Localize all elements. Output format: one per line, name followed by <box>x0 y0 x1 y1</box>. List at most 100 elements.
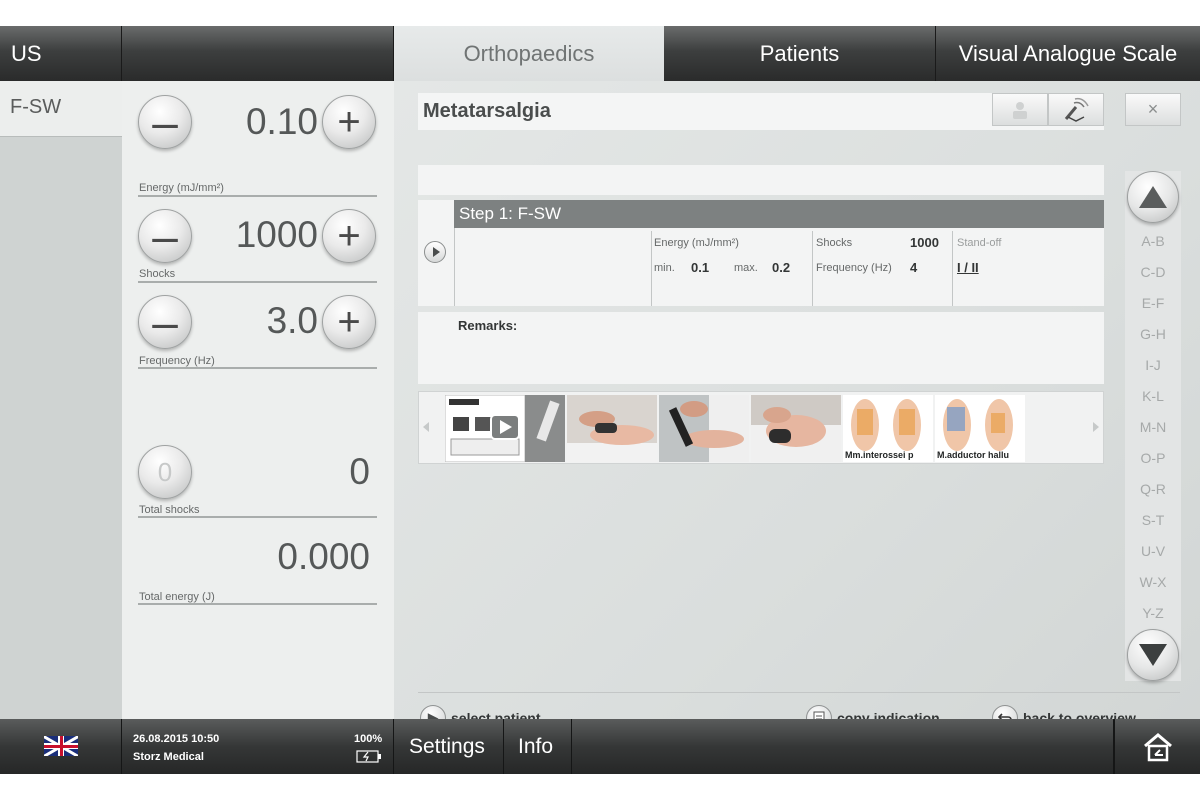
anatomy-caption-1: Mm.interossei p <box>845 450 914 460</box>
frequency-label: Frequency (Hz) <box>139 355 215 367</box>
total-energy-label: Total energy (J) <box>139 591 215 603</box>
tab-us-label: US <box>11 40 42 66</box>
alphabet-item[interactable]: Q-R <box>1125 481 1181 497</box>
tab-orthopaedics[interactable]: Orthopaedics <box>394 26 664 81</box>
shockwave-icon <box>1064 97 1089 122</box>
photo-thumbnail-1[interactable] <box>567 395 657 462</box>
parameter-panel: – 0.10 + Energy (mJ/mm²) – 1000 + Shocks… <box>122 81 394 719</box>
app-window: US Orthopaedics Patients Visual Analogue… <box>0 26 1200 774</box>
media-prev-arrow[interactable] <box>423 422 429 432</box>
alphabet-item[interactable]: A-B <box>1125 233 1181 249</box>
alphabet-item[interactable]: O-P <box>1125 450 1181 466</box>
alphabet-item[interactable]: G-H <box>1125 326 1181 342</box>
close-icon: × <box>1147 99 1159 119</box>
total-energy-divider <box>138 603 377 605</box>
shocks-label: Shocks <box>139 268 176 280</box>
step-header: Step 1: F-SW <box>454 200 1104 228</box>
alphabet-item[interactable]: K-L <box>1125 388 1181 404</box>
arrow-down-icon <box>1139 644 1167 666</box>
shocks-value: 1000 <box>235 214 318 255</box>
step-frequency-label: Frequency (Hz) <box>816 262 892 274</box>
home-icon <box>1143 732 1172 761</box>
actions-divider <box>418 692 1180 693</box>
top-bar-blank <box>122 26 394 81</box>
step-min-value: 0.1 <box>691 260 710 275</box>
reset-icon: 0 <box>157 457 173 487</box>
uk-flag-icon <box>44 736 78 756</box>
anatomy-thumbnail-2[interactable]: M.adductor hallu <box>935 395 1025 462</box>
footer-bar: 26.08.2015 10:50 Storz Medical 100% Sett… <box>0 719 1200 774</box>
step-max-value: 0.2 <box>772 260 791 275</box>
arrow-up-icon <box>1139 186 1167 208</box>
treatment-photo-2 <box>659 395 749 462</box>
shocks-increase-button[interactable]: + <box>322 209 376 263</box>
tab-f-sw[interactable]: F-SW <box>0 81 122 137</box>
remarks-panel: Remarks: <box>418 312 1104 384</box>
reset-total-shocks-button[interactable]: 0 <box>138 445 192 499</box>
step-col-sep-3 <box>952 231 953 306</box>
patient-view-button[interactable] <box>992 93 1048 126</box>
home-button[interactable] <box>1114 719 1200 774</box>
energy-label: Energy (mJ/mm²) <box>139 182 224 194</box>
anatomy-thumbnail-1[interactable]: Mm.interossei p <box>843 395 933 462</box>
status-panel: 26.08.2015 10:50 Storz Medical 100% <box>122 719 394 774</box>
step-play-button[interactable] <box>424 241 446 263</box>
alphabet-item[interactable]: M-N <box>1125 419 1181 435</box>
alphabet-item[interactable]: U-V <box>1125 543 1181 559</box>
settings-label: Settings <box>409 734 485 758</box>
treatment-photo-3 <box>751 395 841 462</box>
frequency-decrease-button[interactable]: – <box>138 295 192 349</box>
battery-icon <box>356 750 381 763</box>
step-col-sep-1 <box>651 231 652 306</box>
datetime: 26.08.2015 10:50 <box>133 733 220 745</box>
step-standoff-label: Stand-off <box>957 237 1002 249</box>
video-thumbnail[interactable] <box>445 395 565 462</box>
language-button[interactable] <box>0 719 122 774</box>
alphabet-item[interactable]: C-D <box>1125 264 1181 280</box>
indication-area: Metatarsalgia × Step 1: F-SW Energy (mJ/… <box>394 81 1200 731</box>
frequency-increase-button[interactable]: + <box>322 295 376 349</box>
shocks-divider <box>138 281 377 283</box>
tab-visual-analogue-scale[interactable]: Visual Analogue Scale <box>936 26 1200 81</box>
footer-spacer <box>572 719 1114 774</box>
step-min-label: min. <box>654 262 675 274</box>
step-energy-label: Energy (mJ/mm²) <box>654 237 739 249</box>
shocks-decrease-button[interactable]: – <box>138 209 192 263</box>
tab-patients[interactable]: Patients <box>664 26 936 81</box>
settings-button[interactable]: Settings <box>394 719 504 774</box>
alphabet-item[interactable]: I-J <box>1125 357 1181 373</box>
left-nav: F-SW <box>0 81 122 719</box>
company-name: Storz Medical <box>133 751 204 763</box>
info-label: Info <box>518 734 554 758</box>
media-strip: Mm.interossei p M.adductor hallu <box>418 391 1104 464</box>
battery-level: 100% <box>354 733 383 745</box>
applicator-button[interactable] <box>1048 93 1104 126</box>
media-next-arrow[interactable] <box>1093 422 1099 432</box>
tab-us[interactable]: US <box>0 26 122 81</box>
indication-title: Metatarsalgia <box>423 100 551 122</box>
energy-divider <box>138 195 377 197</box>
step-shocks-label: Shocks <box>816 237 853 249</box>
treatment-photo-1 <box>567 395 657 462</box>
frequency-value: 3.0 <box>266 300 318 341</box>
total-shocks-value: 0 <box>349 451 370 492</box>
photo-thumbnail-3[interactable] <box>751 395 841 462</box>
alphabet-item[interactable]: S-T <box>1125 512 1181 528</box>
energy-increase-button[interactable]: + <box>322 95 376 149</box>
photo-thumbnail-2[interactable] <box>659 395 749 462</box>
step-max-label: max. <box>734 262 758 274</box>
alphabet-item[interactable]: W-X <box>1125 574 1181 590</box>
step-standoff-value[interactable]: I / II <box>957 260 979 275</box>
energy-decrease-button[interactable]: – <box>138 95 192 149</box>
total-shocks-label: Total shocks <box>139 504 200 516</box>
info-button[interactable]: Info <box>504 719 572 774</box>
alphabet-item[interactable]: E-F <box>1125 295 1181 311</box>
info-strip <box>418 165 1104 195</box>
scroll-up-button[interactable] <box>1127 171 1179 223</box>
top-bar: US Orthopaedics Patients Visual Analogue… <box>0 26 1200 81</box>
step-frequency-value: 4 <box>910 260 918 275</box>
close-button[interactable]: × <box>1125 93 1181 126</box>
frequency-divider <box>138 367 377 369</box>
alphabet-item[interactable]: Y-Z <box>1125 605 1181 621</box>
scroll-down-button[interactable] <box>1127 629 1179 681</box>
